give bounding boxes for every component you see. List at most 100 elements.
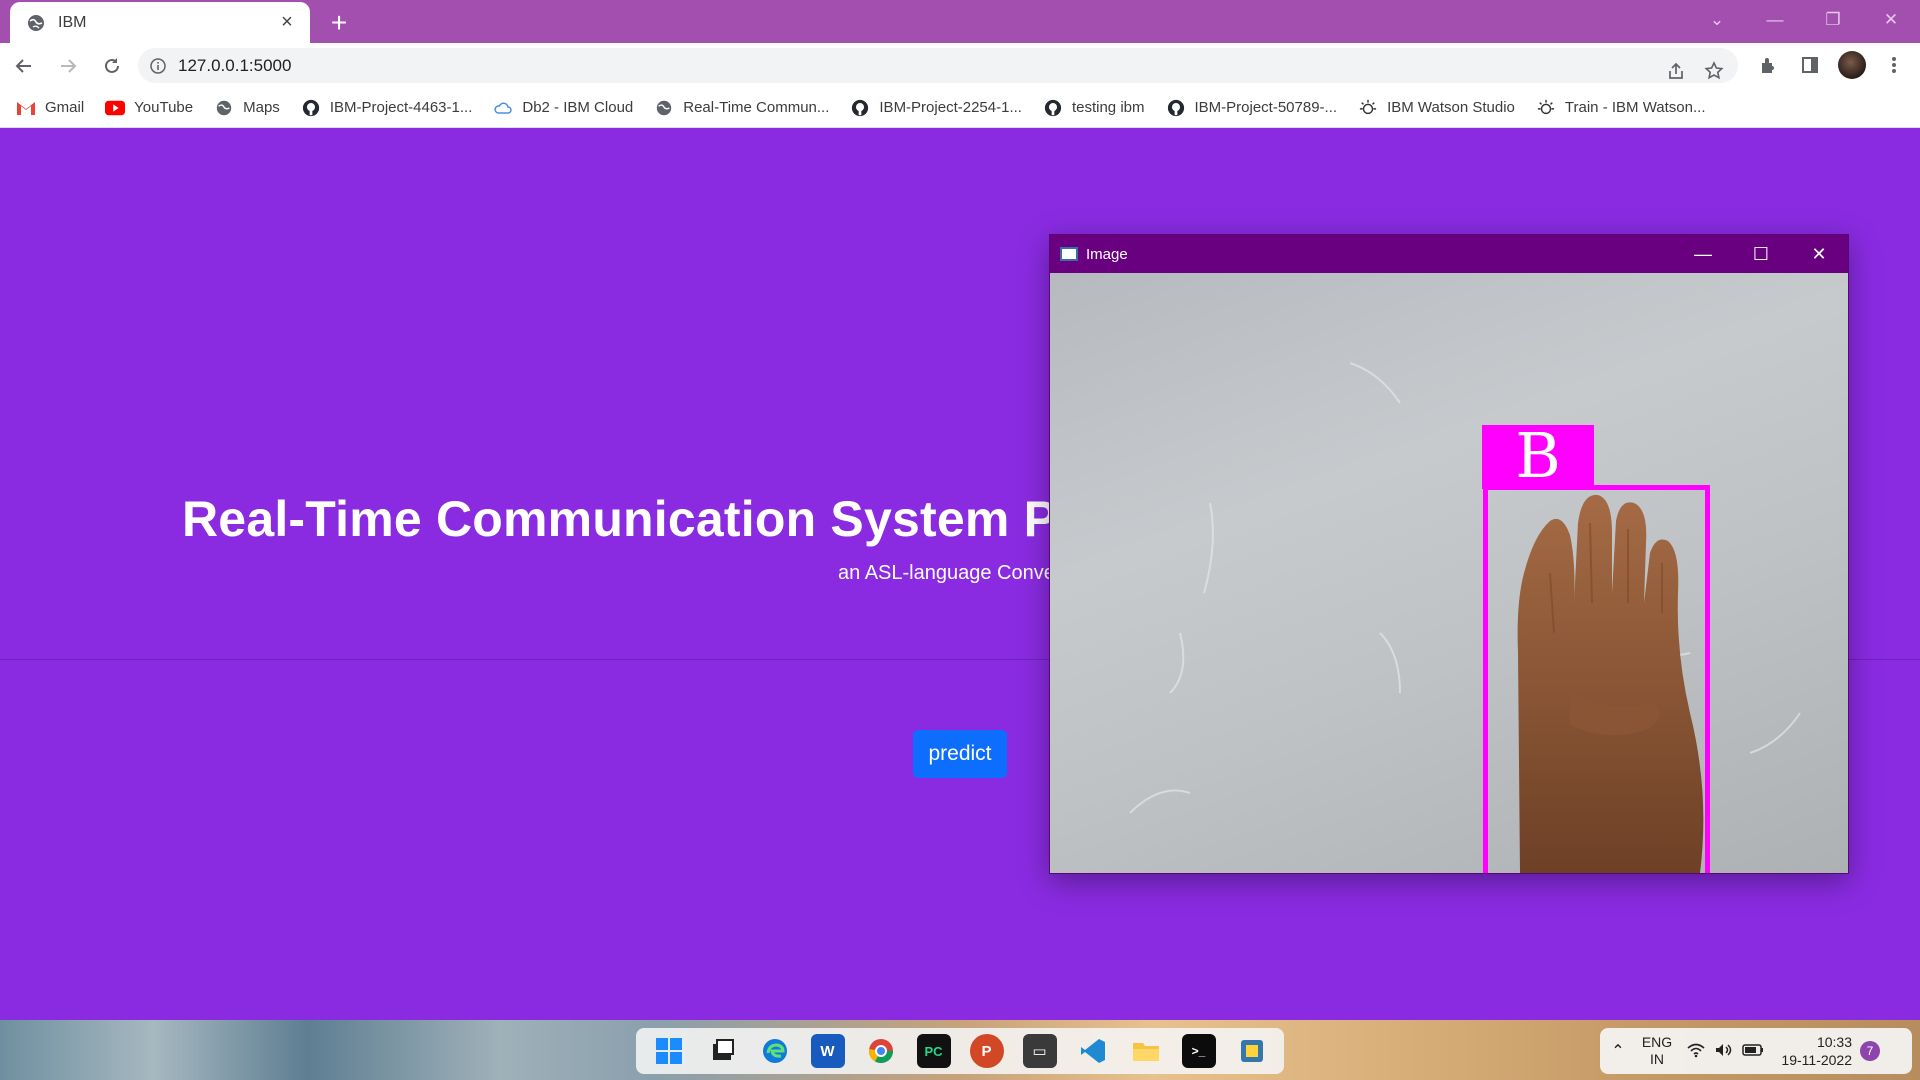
avatar bbox=[1838, 51, 1866, 79]
page-subtitle: an ASL-language Conve bbox=[838, 562, 1055, 584]
input-language[interactable]: ENG IN bbox=[1636, 1034, 1678, 1068]
github-icon bbox=[1043, 98, 1063, 118]
powerpoint-icon[interactable]: P bbox=[969, 1034, 1004, 1068]
python-icon[interactable] bbox=[1235, 1034, 1269, 1068]
address-bar[interactable]: 127.0.0.1:5000 bbox=[138, 48, 1738, 83]
cloud-icon bbox=[493, 98, 513, 118]
task-view-icon[interactable] bbox=[705, 1034, 739, 1068]
bookmark-github-50789[interactable]: IBM-Project-50789-... bbox=[1166, 98, 1338, 118]
globe-icon bbox=[28, 14, 44, 31]
bookmark-gmail[interactable]: Gmail bbox=[16, 98, 84, 118]
bookmarks-bar: Gmail YouTube Maps IBM-Project-4463-1...… bbox=[0, 88, 1920, 128]
minimize-icon[interactable]: — bbox=[1746, 0, 1804, 40]
gmail-icon bbox=[16, 98, 36, 118]
profile-avatar[interactable] bbox=[1836, 46, 1868, 84]
taskbar: W PC P ▭ >_ ⌃ ENG IN 10:33 19-11-2022 7 bbox=[0, 1020, 1920, 1080]
edge-icon[interactable] bbox=[758, 1034, 792, 1068]
page-title: Real-Time Communication System Pov bbox=[182, 491, 1116, 547]
extensions-icon[interactable] bbox=[1752, 46, 1784, 84]
camera-frame: B bbox=[1050, 273, 1848, 873]
bookmark-realtime[interactable]: Real-Time Commun... bbox=[654, 98, 829, 118]
bookmark-label: Db2 - IBM Cloud bbox=[522, 99, 634, 116]
word-icon[interactable]: W bbox=[810, 1034, 845, 1068]
bookmark-github-2254[interactable]: IBM-Project-2254-1... bbox=[850, 98, 1022, 118]
bookmark-label: Maps bbox=[243, 99, 280, 116]
bookmark-youtube[interactable]: YouTube bbox=[105, 98, 193, 118]
menu-kebab-icon[interactable] bbox=[1878, 46, 1910, 84]
predict-button[interactable]: predict bbox=[913, 730, 1007, 778]
youtube-icon bbox=[105, 98, 126, 118]
watson-icon bbox=[1358, 98, 1378, 118]
github-icon bbox=[301, 98, 321, 118]
file-explorer-icon[interactable] bbox=[1129, 1034, 1163, 1068]
forward-button[interactable] bbox=[48, 46, 88, 86]
bookmark-label: IBM-Project-2254-1... bbox=[879, 99, 1022, 116]
side-panel-icon[interactable] bbox=[1794, 46, 1826, 84]
cmd-icon[interactable]: >_ bbox=[1181, 1034, 1216, 1068]
image-window-title: Image bbox=[1086, 245, 1128, 263]
reload-icon bbox=[105, 57, 119, 73]
window-app-icon bbox=[1060, 247, 1078, 261]
github-icon bbox=[850, 98, 870, 118]
bookmark-watson-studio[interactable]: IBM Watson Studio bbox=[1358, 98, 1515, 118]
chrome-icon[interactable] bbox=[864, 1034, 898, 1068]
minimize-icon[interactable]: — bbox=[1674, 235, 1732, 273]
bookmark-testing[interactable]: testing ibm bbox=[1043, 98, 1145, 118]
clock-time: 10:33 bbox=[1816, 1034, 1852, 1050]
bookmark-github-4463[interactable]: IBM-Project-4463-1... bbox=[301, 98, 473, 118]
arrow-left-icon bbox=[15, 58, 31, 73]
bookmark-label: IBM Watson Studio bbox=[1387, 99, 1515, 116]
camera-frame-scene bbox=[1129, 362, 1801, 873]
bookmark-label: YouTube bbox=[134, 99, 194, 116]
reload-button[interactable] bbox=[92, 46, 132, 86]
tab-title: IBM bbox=[58, 13, 87, 31]
bookmark-star-icon[interactable] bbox=[1698, 52, 1730, 90]
chevron-up-icon[interactable]: ⌃ bbox=[1608, 1041, 1628, 1061]
image-window[interactable]: Image — ☐ ✕ B bbox=[1049, 234, 1849, 874]
vscode-icon[interactable] bbox=[1076, 1034, 1110, 1068]
globe-icon bbox=[654, 98, 674, 118]
bookmark-label: IBM-Project-50789-... bbox=[1194, 99, 1338, 116]
close-window-icon[interactable]: ✕ bbox=[1862, 0, 1920, 40]
taskbar-apps: W PC P ▭ >_ bbox=[636, 1028, 1284, 1074]
image-window-controls: — ☐ ✕ bbox=[1674, 235, 1848, 273]
system-tray: ⌃ ENG IN 10:33 19-11-2022 7 bbox=[1600, 1028, 1912, 1074]
share-icon[interactable] bbox=[1660, 52, 1692, 90]
github-icon bbox=[1166, 98, 1186, 118]
watson-icon bbox=[1536, 98, 1556, 118]
hand-bounding-box bbox=[1483, 485, 1710, 873]
notification-badge[interactable]: 7 bbox=[1860, 1041, 1880, 1061]
battery-icon[interactable] bbox=[1742, 1043, 1764, 1059]
new-tab-button[interactable]: + bbox=[322, 6, 356, 40]
maximize-icon[interactable]: ☐ bbox=[1732, 235, 1790, 273]
volume-icon[interactable] bbox=[1714, 1042, 1734, 1061]
pycharm-icon[interactable]: PC bbox=[916, 1034, 951, 1068]
browser-tab[interactable]: IBM × bbox=[10, 2, 310, 43]
close-tab-icon[interactable]: × bbox=[276, 11, 298, 34]
tab-strip: IBM × + ⌄ — ❐ ✕ bbox=[0, 0, 1920, 43]
bookmark-watson-train[interactable]: Train - IBM Watson... bbox=[1536, 98, 1706, 118]
bookmark-label: testing ibm bbox=[1071, 99, 1145, 116]
clock[interactable]: 10:33 19-11-2022 bbox=[1772, 1033, 1852, 1069]
wifi-icon[interactable] bbox=[1686, 1042, 1706, 1061]
prediction-letter: B bbox=[1515, 419, 1561, 492]
close-icon[interactable]: ✕ bbox=[1790, 235, 1848, 273]
globe-icon bbox=[214, 98, 234, 118]
region-code: IN bbox=[1650, 1051, 1664, 1067]
bookmark-db2[interactable]: Db2 - IBM Cloud bbox=[493, 98, 633, 118]
restore-icon[interactable]: ❐ bbox=[1804, 0, 1862, 40]
language-code: ENG bbox=[1641, 1034, 1673, 1050]
tab-search-icon[interactable]: ⌄ bbox=[1688, 0, 1746, 40]
bookmark-label: Gmail bbox=[45, 99, 85, 116]
url-text[interactable]: 127.0.0.1:5000 bbox=[178, 56, 291, 76]
arrow-right-icon bbox=[61, 58, 77, 73]
bookmark-label: Real-Time Commun... bbox=[683, 99, 830, 116]
window-controls: ⌄ — ❐ ✕ bbox=[1688, 0, 1920, 40]
terminal-app-icon[interactable]: ▭ bbox=[1022, 1034, 1057, 1068]
browser-toolbar: 127.0.0.1:5000 bbox=[0, 43, 1920, 88]
bookmark-maps[interactable]: Maps bbox=[214, 98, 280, 118]
back-button[interactable] bbox=[4, 46, 44, 86]
bookmark-label: IBM-Project-4463-1... bbox=[329, 99, 473, 116]
site-info-icon[interactable] bbox=[150, 57, 166, 74]
start-icon[interactable] bbox=[652, 1034, 686, 1068]
